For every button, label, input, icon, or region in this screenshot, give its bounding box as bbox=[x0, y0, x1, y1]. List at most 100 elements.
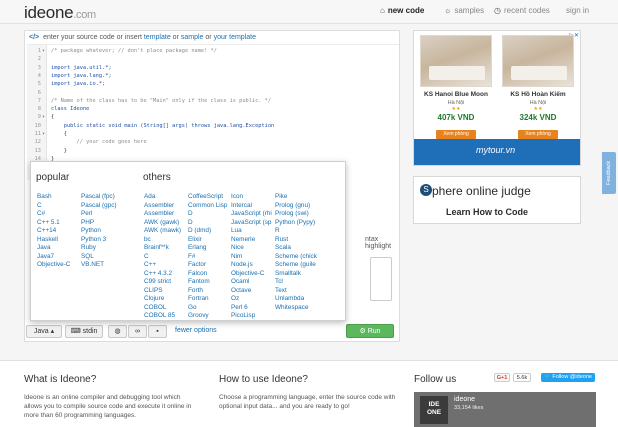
language-option[interactable]: Tcl bbox=[275, 278, 317, 287]
site-logo[interactable]: ideone.com bbox=[24, 3, 96, 23]
language-option[interactable]: Go bbox=[188, 304, 227, 313]
language-option[interactable]: AWK (mawk) bbox=[144, 227, 181, 236]
language-option[interactable]: bc bbox=[144, 236, 181, 245]
language-option[interactable]: Node.js bbox=[231, 261, 272, 270]
language-option[interactable]: Prolog (swi) bbox=[275, 210, 317, 219]
view-room-button[interactable]: Xem phòng bbox=[436, 130, 476, 139]
language-option[interactable]: Oz bbox=[231, 295, 272, 304]
language-option[interactable]: PicoLisp bbox=[231, 312, 272, 321]
mytour-banner[interactable]: mytour.vn bbox=[414, 139, 580, 165]
language-option[interactable]: Clojure bbox=[144, 295, 181, 304]
visibility-globe-button[interactable]: ◍ bbox=[108, 325, 127, 338]
code-line[interactable]: 6 bbox=[27, 89, 397, 97]
google-plus-button[interactable]: G+1 bbox=[494, 373, 510, 382]
nav-samples[interactable]: ☼ samples bbox=[444, 6, 484, 15]
language-option[interactable]: D (dmd) bbox=[188, 227, 227, 236]
code-line[interactable]: 9 ▾ { bbox=[27, 113, 397, 121]
language-option[interactable]: C bbox=[144, 253, 181, 262]
language-option[interactable]: Assembler bbox=[144, 210, 181, 219]
language-option[interactable]: C bbox=[37, 202, 70, 211]
language-option[interactable]: AWK (gawk) bbox=[144, 219, 181, 228]
language-option[interactable]: D bbox=[188, 210, 227, 219]
language-option[interactable]: Brainf**k bbox=[144, 244, 181, 253]
language-option[interactable]: Fantom bbox=[188, 278, 227, 287]
language-option[interactable]: Ocaml bbox=[231, 278, 272, 287]
language-option[interactable]: Ada bbox=[144, 193, 181, 202]
language-option[interactable]: CoffeeScript bbox=[188, 193, 227, 202]
language-option[interactable]: Prolog (gnu) bbox=[275, 202, 317, 211]
language-option[interactable]: F# bbox=[188, 253, 227, 262]
fold-marker-icon[interactable]: ▾ bbox=[42, 47, 45, 55]
code-line[interactable]: 13 } bbox=[27, 147, 397, 155]
language-option[interactable]: PHP bbox=[81, 219, 117, 228]
language-option[interactable]: C99 strict bbox=[144, 278, 181, 287]
language-option[interactable]: Falcon bbox=[188, 270, 227, 279]
language-option[interactable]: CLIPS bbox=[144, 287, 181, 296]
nav-new-code[interactable]: ⌂ new code bbox=[380, 6, 424, 15]
language-option[interactable]: Java7 bbox=[37, 253, 70, 262]
language-option[interactable]: Elixir bbox=[188, 236, 227, 245]
language-option[interactable]: Objective-C bbox=[231, 270, 272, 279]
language-option[interactable]: Icon bbox=[231, 193, 272, 202]
private-button[interactable]: ▪ bbox=[148, 325, 167, 338]
code-line[interactable]: 10 public static void main (String[] arg… bbox=[27, 122, 397, 130]
language-option[interactable]: Nim bbox=[231, 253, 272, 262]
language-option[interactable]: Fortran bbox=[188, 295, 227, 304]
language-option[interactable]: Perl bbox=[81, 210, 117, 219]
language-option[interactable]: Haskell bbox=[37, 236, 70, 245]
language-option[interactable]: Pascal (fpc) bbox=[81, 193, 117, 202]
hotel-card[interactable]: KS Hồ Hoàn Kiếm Hà Nội ★★ 324k VND Xem p… bbox=[502, 35, 574, 141]
language-option[interactable]: Pascal (gpc) bbox=[81, 202, 117, 211]
language-option[interactable]: Pike bbox=[275, 193, 317, 202]
language-option[interactable]: R bbox=[275, 227, 317, 236]
language-option[interactable]: Assembler bbox=[144, 202, 181, 211]
language-option[interactable]: Python (Pypy) bbox=[275, 219, 317, 228]
language-select-button[interactable]: Java ▴ bbox=[26, 325, 62, 338]
language-option[interactable]: JavaScript (rhi bbox=[231, 210, 272, 219]
facebook-page-widget[interactable]: IDE ONE ideone 33,154 likes bbox=[414, 392, 596, 427]
language-option[interactable]: Lua bbox=[231, 227, 272, 236]
language-option[interactable]: Forth bbox=[188, 287, 227, 296]
code-line[interactable]: 8 class Ideone bbox=[27, 105, 397, 113]
language-option[interactable]: Python 3 bbox=[81, 236, 117, 245]
stdin-button[interactable]: ⌨ stdin bbox=[65, 325, 103, 338]
language-option[interactable]: C++ bbox=[144, 261, 181, 270]
code-line[interactable]: 1 ▾ /* package whatever; // don't place pa… bbox=[27, 47, 397, 55]
stdin-textarea[interactable] bbox=[370, 257, 392, 301]
language-option[interactable]: Octave bbox=[231, 287, 272, 296]
language-option[interactable]: Scheme (chick bbox=[275, 253, 317, 262]
language-option[interactable]: Smalltalk bbox=[275, 270, 317, 279]
facebook-page-name[interactable]: ideone bbox=[454, 396, 475, 403]
language-option[interactable]: C++ 5.1 bbox=[37, 219, 70, 228]
language-option[interactable]: Nice bbox=[231, 244, 272, 253]
language-option[interactable]: Common Lisp bbox=[188, 202, 227, 211]
code-line[interactable]: 2 bbox=[27, 55, 397, 63]
fold-marker-icon[interactable]: ▾ bbox=[42, 130, 45, 138]
language-option[interactable]: Unlambda bbox=[275, 295, 317, 304]
language-option[interactable]: Scheme (guile bbox=[275, 261, 317, 270]
view-room-button[interactable]: Xem phòng bbox=[518, 130, 558, 139]
language-option[interactable]: C++ 4.3.2 bbox=[144, 270, 181, 279]
language-option[interactable]: Python bbox=[81, 227, 117, 236]
code-line[interactable]: 7 /* Name of the class has to be "Main" o… bbox=[27, 97, 397, 105]
language-option[interactable]: Erlang bbox=[188, 244, 227, 253]
code-editor[interactable]: 1 ▾/* package whatever; // don't place pa… bbox=[27, 44, 399, 180]
language-option[interactable]: Groovy bbox=[188, 312, 227, 321]
nav-recent-codes[interactable]: ◷ recent codes bbox=[494, 6, 550, 15]
language-option[interactable]: Bash bbox=[37, 193, 70, 202]
language-option[interactable]: Ruby bbox=[81, 244, 117, 253]
code-line[interactable]: 3 import java.util.*; bbox=[27, 64, 397, 72]
language-option[interactable]: Perl 6 bbox=[231, 304, 272, 313]
language-option[interactable]: Text bbox=[275, 287, 317, 296]
language-option[interactable]: Rust bbox=[275, 236, 317, 245]
code-line[interactable]: 5 import java.io.*; bbox=[27, 80, 397, 88]
language-option[interactable]: SQL bbox=[81, 253, 117, 262]
code-line[interactable]: 11 ▾ { bbox=[27, 130, 397, 138]
language-option[interactable]: Scala bbox=[275, 244, 317, 253]
language-option[interactable]: D bbox=[188, 219, 227, 228]
language-option[interactable]: COBOL 85 bbox=[144, 312, 181, 321]
language-option[interactable]: C++14 bbox=[37, 227, 70, 236]
language-option[interactable]: Intercal bbox=[231, 202, 272, 211]
twitter-follow-button[interactable]: 🐦 Follow @ideone bbox=[541, 373, 595, 382]
language-option[interactable]: Objective-C bbox=[37, 261, 70, 270]
